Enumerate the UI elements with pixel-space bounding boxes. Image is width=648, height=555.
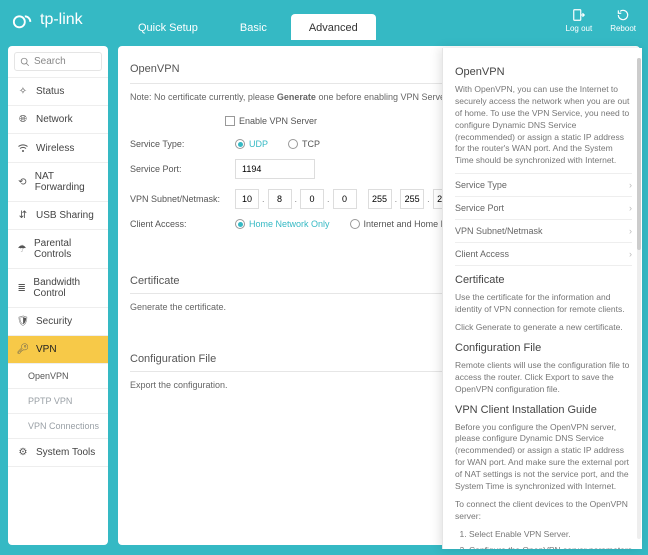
- chevron-right-icon: ›: [629, 249, 632, 259]
- section-openvpn-title: OpenVPN: [130, 63, 180, 75]
- sidebar-item-parental[interactable]: ☂Parental Controls: [8, 230, 108, 269]
- service-type-label: Service Type:: [130, 139, 225, 149]
- key-icon: 🔑︎: [16, 344, 30, 355]
- client-access-label: Client Access:: [130, 219, 225, 229]
- subnet-oct-2[interactable]: [268, 189, 292, 209]
- help-title: OpenVPN: [455, 66, 632, 78]
- sidebar-item-network[interactable]: 🌐︎Network: [8, 106, 108, 134]
- reboot-button[interactable]: Reboot: [610, 8, 636, 33]
- sidebar-sub-openvpn[interactable]: OpenVPN: [8, 364, 108, 389]
- help-cert-p2: Click Generate to generate a new certifi…: [455, 322, 632, 334]
- help-cert-title: Certificate: [455, 274, 632, 286]
- help-row-subnet[interactable]: VPN Subnet/Netmask›: [455, 219, 632, 242]
- sidebar-item-bandwidth[interactable]: ≣Bandwidth Control: [8, 269, 108, 308]
- shield-icon: 🛡︎: [16, 316, 30, 327]
- section-cert-title: Certificate: [130, 275, 180, 287]
- help-guide-lead: To connect the client devices to the Ope…: [455, 499, 632, 523]
- search-input[interactable]: Search: [14, 52, 102, 71]
- sidebar-item-nat[interactable]: ⟲NAT Forwarding: [8, 163, 108, 202]
- radio-udp[interactable]: UDP: [235, 139, 268, 149]
- subnet-oct-1[interactable]: [235, 189, 259, 209]
- bandwidth-icon: ≣: [16, 283, 27, 294]
- sidebar-sub-vpnconn[interactable]: VPN Connections: [8, 414, 108, 439]
- gear-icon: ⚙: [16, 447, 30, 458]
- brand-text: tp-link: [40, 11, 83, 29]
- globe-icon: 🌐︎: [16, 114, 30, 125]
- help-panel: OpenVPN With OpenVPN, you can use the In…: [442, 48, 642, 549]
- sidebar-item-security[interactable]: 🛡︎Security: [8, 308, 108, 336]
- help-guide-intro: Before you configure the OpenVPN server,…: [455, 422, 632, 493]
- mask-oct-2[interactable]: [400, 189, 424, 209]
- sidebar-item-usb[interactable]: ⇵USB Sharing: [8, 202, 108, 230]
- help-cfg-title: Configuration File: [455, 342, 632, 354]
- status-icon: ✧: [16, 86, 30, 97]
- service-port-label: Service Port:: [130, 164, 225, 174]
- subnet-oct-4[interactable]: [333, 189, 357, 209]
- parental-icon: ☂: [16, 244, 28, 255]
- reboot-icon: [615, 8, 631, 22]
- help-cfg-p: Remote clients will use the configuratio…: [455, 360, 632, 396]
- help-row-service-type[interactable]: Service Type›: [455, 173, 632, 196]
- tab-basic[interactable]: Basic: [222, 14, 285, 40]
- logout-icon: [571, 8, 587, 22]
- help-guide-steps: Select Enable VPN Server. Configure the …: [455, 529, 632, 549]
- logout-button[interactable]: Log out: [566, 8, 593, 33]
- radio-home-only[interactable]: Home Network Only: [235, 219, 330, 229]
- sidebar-item-system[interactable]: ⚙System Tools: [8, 439, 108, 467]
- main-tabs: Quick Setup Basic Advanced: [0, 14, 648, 40]
- chevron-right-icon: ›: [629, 180, 632, 190]
- tab-advanced[interactable]: Advanced: [291, 14, 376, 40]
- checkbox-icon: [225, 116, 235, 126]
- search-container: Search: [8, 46, 108, 78]
- sidebar-item-status[interactable]: ✧Status: [8, 78, 108, 106]
- help-row-client-access[interactable]: Client Access›: [455, 242, 632, 266]
- wifi-icon: [16, 142, 30, 154]
- help-guide-title: VPN Client Installation Guide: [455, 404, 632, 416]
- help-intro: With OpenVPN, you can use the Internet t…: [455, 84, 632, 167]
- usb-icon: ⇵: [16, 210, 30, 221]
- help-cert-p1: Use the certificate for the information …: [455, 292, 632, 316]
- help-row-service-port[interactable]: Service Port›: [455, 196, 632, 219]
- sidebar-item-vpn[interactable]: 🔑︎VPN: [8, 336, 108, 364]
- radio-tcp[interactable]: TCP: [288, 139, 320, 149]
- sidebar-sub-pptp[interactable]: PPTP VPN: [8, 389, 108, 414]
- mask-oct-1[interactable]: [368, 189, 392, 209]
- help-scrollbar[interactable]: [637, 58, 641, 539]
- tplink-icon: [12, 9, 34, 31]
- brand-logo: tp-link: [12, 9, 83, 31]
- section-cfg-title: Configuration File: [130, 353, 216, 365]
- chevron-right-icon: ›: [629, 226, 632, 236]
- sidebar-item-wireless[interactable]: Wireless: [8, 134, 108, 163]
- chevron-right-icon: ›: [629, 203, 632, 213]
- sidebar: Search ✧Status 🌐︎Network Wireless ⟲NAT F…: [8, 46, 108, 545]
- search-icon: [20, 57, 30, 67]
- subnet-oct-3[interactable]: [300, 189, 324, 209]
- tab-quick-setup[interactable]: Quick Setup: [120, 14, 216, 40]
- nat-icon: ⟲: [16, 177, 29, 188]
- subnet-label: VPN Subnet/Netmask:: [130, 194, 225, 204]
- service-port-input[interactable]: [235, 159, 315, 179]
